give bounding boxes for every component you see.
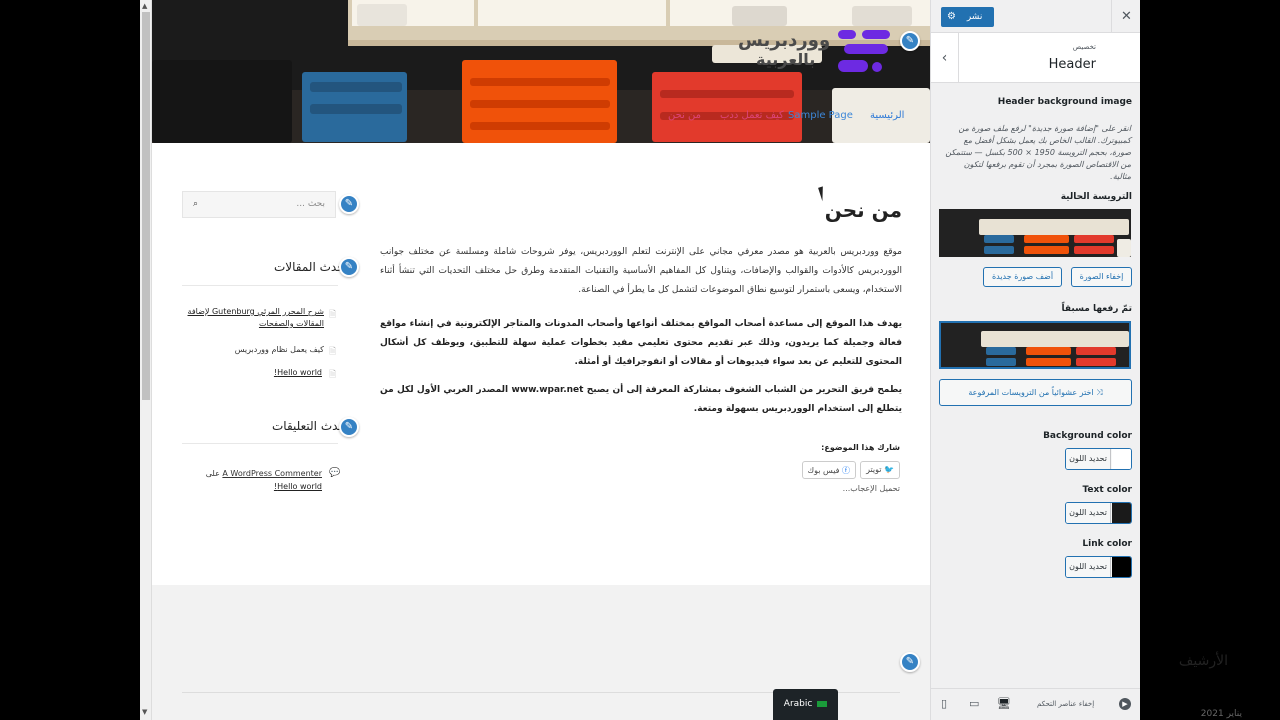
select-color-label: تحديد اللون: [1066, 557, 1111, 577]
desktop-preview-icon[interactable]: 🖥: [997, 697, 1011, 710]
current-header-thumbnail: [939, 209, 1131, 257]
shuffle-icon: ⤨: [1096, 388, 1103, 397]
current-header-label: الترويسة الحالية: [1060, 192, 1132, 202]
language-switcher[interactable]: Arabic: [773, 689, 838, 720]
recent-posts-title: أحدث المقالات: [274, 260, 348, 274]
background-color-swatch: [1112, 449, 1131, 469]
search-input[interactable]: ⌕ بحث ...: [182, 191, 336, 218]
background-color-picker[interactable]: تحديد اللون: [1065, 448, 1132, 470]
nav-home[interactable]: الرئيسية: [870, 110, 904, 121]
add-new-image-button[interactable]: أضف صورة جديدة: [983, 267, 1062, 287]
mobile-preview-icon[interactable]: ▯: [941, 697, 947, 710]
scroll-down-arrow-icon[interactable]: ▼: [142, 708, 147, 716]
link-color-swatch: [1112, 557, 1131, 577]
header-bg-description: انقر على "إضافة صورة جديدة" لرفع ملف صور…: [945, 124, 1131, 181]
publish-button[interactable]: ⚙ نشر: [941, 7, 994, 27]
flag-icon: [817, 700, 828, 707]
background-color-label: Background color: [1043, 431, 1132, 441]
logo-text-line1: ووردبريس: [738, 30, 831, 51]
archive-title: الأرشيف: [1178, 653, 1228, 669]
publish-label: نشر: [966, 12, 983, 22]
edit-archive-pencil-icon[interactable]: ✎: [900, 652, 920, 672]
share-twitter-label: تويتر: [866, 465, 882, 474]
comment-author-link[interactable]: A WordPress Commenter: [222, 469, 322, 478]
preview-scrollbar[interactable]: ▲ ▼: [140, 0, 152, 720]
close-icon[interactable]: ✕: [1111, 0, 1140, 33]
recent-comments-title: أحدث التعليقات: [272, 419, 350, 433]
link-color-picker[interactable]: تحديد اللون: [1065, 556, 1132, 578]
share-facebook-button[interactable]: ⓕ فيس بوك: [801, 461, 856, 479]
recent-post-1[interactable]: شرح المحرر المرئي Gutenburg لإضافة المقا…: [184, 306, 324, 330]
article-paragraph-3: يطمح فريق التحرير من الشباب الشغوف بمشار…: [380, 385, 902, 414]
section-subtitle: تخصيص: [1072, 43, 1096, 51]
recent-comment: A WordPress Commenter على: [192, 468, 322, 480]
content-area: من نحن موقع ووردبريس بالعربية هو مصدر مع…: [152, 143, 930, 585]
archive-date[interactable]: يناير 2021: [1201, 709, 1242, 719]
link-color-label: Link color: [1082, 539, 1132, 549]
edit-recent-comments-pencil-icon[interactable]: ✎: [339, 417, 359, 437]
gear-icon: ⚙: [947, 11, 956, 22]
article-paragraph-2: يهدف هذا الموقع إلى مساعدة أصحاب المواقع…: [380, 319, 902, 367]
document-icon: 🗎: [329, 370, 337, 380]
edit-search-pencil-icon[interactable]: ✎: [339, 194, 359, 214]
scrollbar-thumb[interactable]: [142, 12, 150, 400]
share-label: شارك هذا الموضوع:: [821, 443, 900, 452]
edit-logo-pencil-icon[interactable]: ✎: [900, 31, 920, 51]
like-loading-text: تحميل الإعجاب...: [842, 484, 900, 493]
section-title: Header: [1048, 57, 1096, 72]
text-color-label: Text color: [1082, 485, 1132, 495]
scroll-up-arrow-icon[interactable]: ▲: [142, 2, 147, 10]
text-color-picker[interactable]: تحديد اللون: [1065, 502, 1132, 524]
header-bg-label: Header background image: [997, 97, 1132, 107]
comment-post-link[interactable]: Hello world!: [242, 481, 322, 493]
article-paragraph-1: موقع ووردبريس بالعربية هو مصدر معرفي مجا…: [380, 247, 902, 295]
randomize-headers-button[interactable]: ⤨ اختر عشوائياً من الترويسات المرفوعة: [939, 379, 1132, 406]
collapse-icon[interactable]: ▶: [1119, 698, 1131, 710]
select-color-label: تحديد اللون: [1066, 449, 1111, 469]
back-chevron-icon[interactable]: ‹: [931, 33, 959, 83]
panel-footer: ▯ ▭ 🖥 إخفاء عناصر التحكم ▶: [931, 688, 1140, 720]
nav-sample-page[interactable]: Sample Page: [788, 110, 853, 121]
search-icon: ⌕: [193, 199, 199, 209]
panel-header: ⚙ نشر ✕: [931, 0, 1140, 33]
logo-text-line2: بالعربية: [756, 50, 816, 69]
collapse-controls-label[interactable]: إخفاء عناصر التحكم: [1037, 700, 1094, 708]
document-icon: 🗎: [329, 347, 337, 357]
edit-recent-posts-pencil-icon[interactable]: ✎: [339, 257, 359, 277]
customizer-screen: ▲ ▼ ووردبريس بالعربية الرئيسية Sample Pa…: [0, 0, 1280, 720]
randomize-label: اختر عشوائياً من الترويسات المرفوعة: [968, 388, 1094, 397]
share-facebook-label: فيس بوك: [807, 466, 840, 475]
facebook-icon: ⓕ: [842, 466, 850, 475]
hide-image-button[interactable]: إخفاء الصورة: [1071, 267, 1132, 287]
comment-on-text: على: [205, 469, 220, 478]
nav-about[interactable]: من نحن: [668, 110, 701, 121]
document-icon: 🗎: [329, 310, 337, 320]
twitter-icon: 🐦: [884, 465, 894, 474]
section-header: ‹ تخصيص Header: [931, 33, 1140, 83]
divider: [182, 285, 338, 286]
divider: [182, 443, 338, 444]
previously-uploaded-label: تمّ رفعها مسبقاً: [1061, 304, 1132, 314]
header-image: ووردبريس بالعربية الرئيسية Sample Page ك…: [152, 0, 930, 143]
comment-icon: 💬: [329, 468, 341, 478]
recent-post-2[interactable]: كيف يعمل نظام ووردبريس: [212, 344, 324, 356]
customizer-panel: ⚙ نشر ✕ ‹ تخصيص Header Header background…: [930, 0, 1140, 720]
nav-how-it-works[interactable]: كيف تعمل ددب: [720, 110, 784, 121]
recent-post-3[interactable]: Hello world!: [232, 367, 322, 379]
language-label: Arabic: [783, 699, 813, 709]
select-color-label: تحديد اللون: [1066, 503, 1111, 523]
site-logo[interactable]: [838, 30, 898, 74]
uploaded-header-thumbnail[interactable]: [939, 321, 1131, 369]
text-color-swatch: [1112, 503, 1131, 523]
tablet-preview-icon[interactable]: ▭: [969, 697, 979, 710]
search-placeholder: بحث ...: [296, 199, 325, 209]
share-twitter-button[interactable]: 🐦 تويتر: [860, 461, 900, 479]
page-title: من نحن: [824, 198, 902, 222]
